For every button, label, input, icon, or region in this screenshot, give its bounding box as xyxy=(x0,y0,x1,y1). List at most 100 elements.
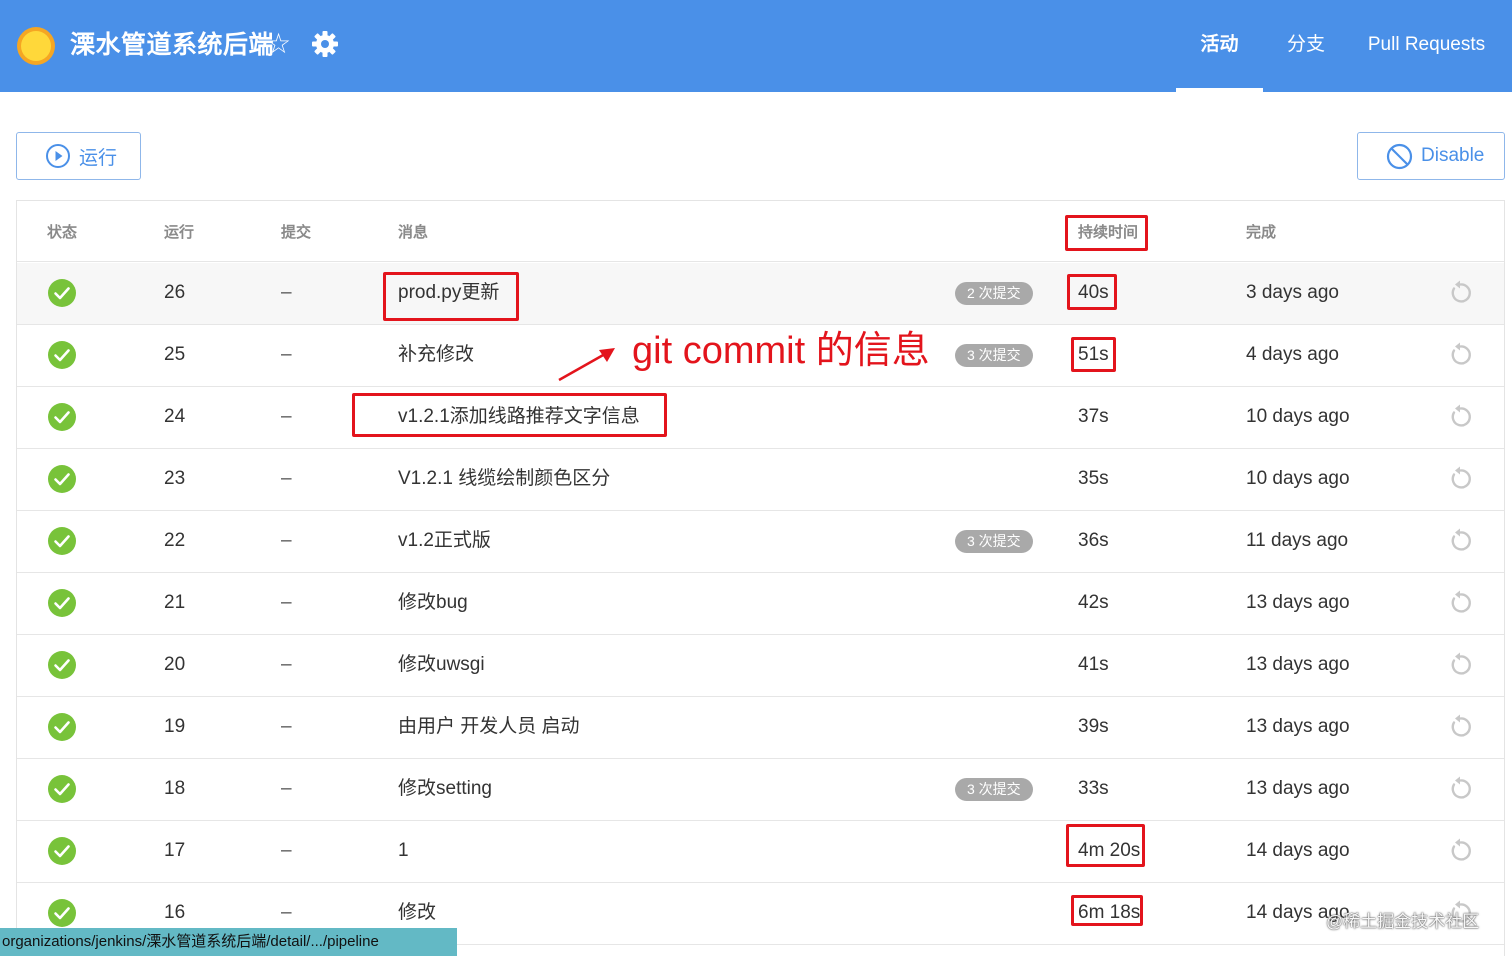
annotation-box-duration-17 xyxy=(1066,824,1145,867)
run-number: 25 xyxy=(164,344,186,365)
run-number: 16 xyxy=(164,902,186,923)
duration: 36s xyxy=(1078,530,1109,551)
success-check-icon xyxy=(48,341,76,369)
table-row[interactable]: 24– v1.2.1添加线路推荐文字信息 37s 10 days ago xyxy=(17,387,1504,449)
col-run: 运行 xyxy=(164,224,195,241)
success-check-icon xyxy=(48,713,76,741)
commit-id: – xyxy=(281,468,292,489)
tab-activity[interactable]: 活动 xyxy=(1176,0,1263,92)
col-completed: 完成 xyxy=(1246,224,1277,241)
replay-icon[interactable] xyxy=(1447,528,1473,554)
table-header: 状态 运行 提交 消息 持续时间 完成 xyxy=(17,201,1504,262)
watermark: @稀土掘金技术社区 xyxy=(1326,912,1480,931)
annotation-arrow xyxy=(558,348,615,382)
run-number: 20 xyxy=(164,654,186,675)
commit-message: V1.2.1 线缆绘制颜色区分 xyxy=(398,468,611,489)
annotation-box-message-24 xyxy=(352,393,667,437)
run-number: 22 xyxy=(164,530,186,551)
run-number: 21 xyxy=(164,592,186,613)
col-message: 消息 xyxy=(398,224,429,241)
replay-icon[interactable] xyxy=(1447,776,1473,802)
tab-branches[interactable]: 分支 xyxy=(1268,0,1344,92)
success-check-icon xyxy=(48,527,76,555)
commit-message: 修改setting xyxy=(398,778,492,799)
annotation-box-duration-25 xyxy=(1071,337,1116,372)
success-check-icon xyxy=(48,465,76,493)
completed-time: 3 days ago xyxy=(1246,282,1339,303)
run-button[interactable]: 运行 xyxy=(16,132,141,180)
play-icon xyxy=(46,144,70,168)
runs-table: 状态 运行 提交 消息 持续时间 完成 26– prod.py更新 40s 3 day… xyxy=(16,200,1505,956)
replay-icon[interactable] xyxy=(1447,404,1473,430)
duration: 37s xyxy=(1078,406,1109,427)
success-check-icon xyxy=(48,403,76,431)
commit-id: – xyxy=(281,344,292,365)
star-icon[interactable]: ☆ xyxy=(266,28,291,60)
replay-icon[interactable] xyxy=(1447,280,1473,306)
commit-id: – xyxy=(281,592,292,613)
completed-time: 13 days ago xyxy=(1246,778,1350,799)
run-number: 26 xyxy=(164,282,186,303)
disable-button-label: Disable xyxy=(1421,145,1485,166)
duration: 41s xyxy=(1078,654,1109,675)
col-status: 状态 xyxy=(47,224,78,241)
table-row[interactable]: 19 – 由用户 开发人员 启动 39s 13 days ago xyxy=(17,697,1504,759)
run-number: 24 xyxy=(164,406,186,427)
completed-time: 10 days ago xyxy=(1246,406,1350,427)
table-row[interactable]: 18 – 修改setting 33s 13 days ago 3 次提交 xyxy=(17,759,1504,821)
annotation-box-message-26 xyxy=(383,272,519,321)
completed-time: 4 days ago xyxy=(1246,344,1339,365)
annotation-box-duration-26 xyxy=(1067,274,1117,310)
table-row[interactable]: 22 – v1.2正式版 36s 11 days ago 3 次提交 xyxy=(17,511,1504,573)
commit-id: – xyxy=(281,530,292,551)
success-check-icon xyxy=(48,589,76,617)
table-row[interactable]: 21 – 修改bug 42s 13 days ago xyxy=(17,573,1504,635)
replay-icon[interactable] xyxy=(1447,714,1473,740)
commit-message: 修改bug xyxy=(398,592,468,613)
duration: 33s xyxy=(1078,778,1109,799)
commit-id: – xyxy=(281,840,292,861)
replay-icon[interactable] xyxy=(1447,342,1473,368)
run-number: 23 xyxy=(164,468,186,489)
table-row[interactable]: 26– prod.py更新 40s 3 days ago 2 次提交 xyxy=(17,263,1504,325)
success-check-icon xyxy=(48,279,76,307)
annotation-box-duration-16 xyxy=(1071,895,1143,926)
disable-button[interactable]: Disable xyxy=(1357,132,1505,180)
success-check-icon xyxy=(48,899,76,927)
app-title[interactable]: 溧水管道系统后端 xyxy=(70,28,274,62)
success-check-icon xyxy=(48,651,76,679)
table-row[interactable]: 17–1 4m 20s 14 days ago xyxy=(17,821,1504,883)
replay-icon[interactable] xyxy=(1447,652,1473,678)
completed-time: 11 days ago xyxy=(1246,530,1349,551)
commit-message: 补充修改 xyxy=(398,344,475,365)
commit-id: – xyxy=(281,902,292,923)
commit-message: 由用户 开发人员 启动 xyxy=(398,716,580,737)
completed-time: 13 days ago xyxy=(1246,716,1350,737)
duration: 42s xyxy=(1078,592,1109,613)
gear-icon[interactable] xyxy=(311,30,339,58)
completed-time: 13 days ago xyxy=(1246,654,1350,675)
run-button-label: 运行 xyxy=(79,147,118,169)
table-row[interactable]: 20 – 修改uwsgi 41s 13 days ago xyxy=(17,635,1504,697)
duration: 35s xyxy=(1078,468,1109,489)
col-commit: 提交 xyxy=(281,224,312,241)
commit-id: – xyxy=(281,716,292,737)
commit-message: 1 xyxy=(398,840,409,861)
sun-logo-icon[interactable] xyxy=(16,26,56,66)
completed-time: 14 days ago xyxy=(1246,840,1350,861)
replay-icon[interactable] xyxy=(1447,466,1473,492)
commit-count-badge: 3 次提交 xyxy=(955,778,1033,801)
commit-count-badge: 2 次提交 xyxy=(955,282,1033,305)
annotation-label: git commit 的信息 xyxy=(632,330,930,372)
disable-icon xyxy=(1386,143,1413,169)
run-number: 19 xyxy=(164,716,186,737)
tab-pull-requests[interactable]: Pull Requests xyxy=(1360,0,1493,92)
success-check-icon xyxy=(48,837,76,865)
commit-count-badge: 3 次提交 xyxy=(955,344,1033,367)
success-check-icon xyxy=(48,775,76,803)
replay-icon[interactable] xyxy=(1447,590,1473,616)
table-row[interactable]: 23 – V1.2.1 线缆绘制颜色区分 35s 10 days ago xyxy=(17,449,1504,511)
replay-icon[interactable] xyxy=(1447,838,1473,864)
commit-message: v1.2正式版 xyxy=(398,530,491,551)
commit-message: 修改 xyxy=(398,902,437,923)
